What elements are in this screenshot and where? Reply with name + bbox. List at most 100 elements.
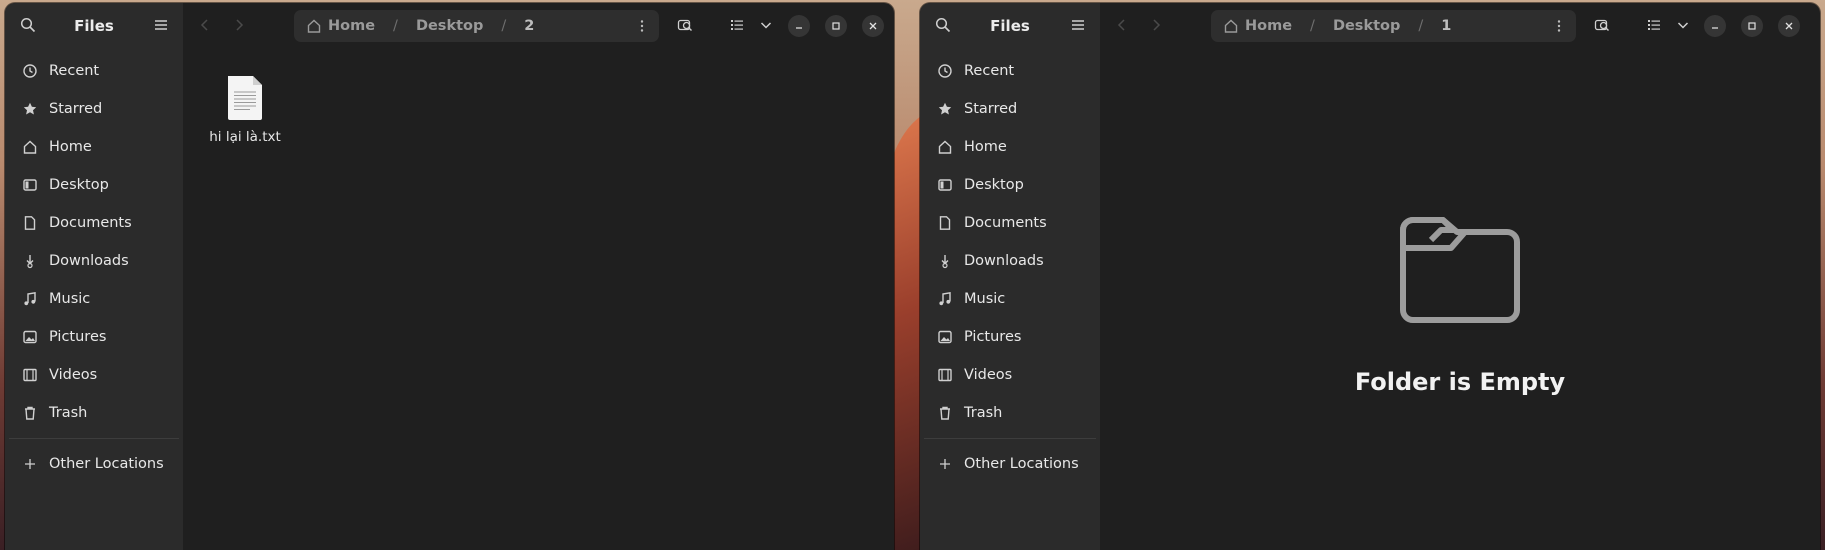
- sidebar-item-starred[interactable]: Starred: [920, 90, 1100, 128]
- hamburger-menu-icon[interactable]: [1070, 17, 1086, 33]
- file-name: hi lại là.txt: [209, 129, 281, 145]
- more-options-icon[interactable]: [1551, 18, 1567, 34]
- hamburger-menu-icon[interactable]: [153, 17, 169, 33]
- sidebar-item-documents[interactable]: Documents: [5, 204, 183, 242]
- sidebar-item-label: Home: [964, 139, 1007, 155]
- search-icon[interactable]: [935, 17, 951, 33]
- sidebar-item-desktop[interactable]: Desktop: [5, 166, 183, 204]
- breadcrumb-home[interactable]: Home: [328, 18, 375, 34]
- sidebar-item-home[interactable]: Home: [5, 128, 183, 166]
- sidebar-item-music[interactable]: Music: [5, 280, 183, 318]
- star-icon: [938, 102, 952, 115]
- path-bar[interactable]: Home / Desktop / 2: [294, 10, 659, 42]
- minimize-button[interactable]: [1704, 15, 1726, 37]
- chevron-down-icon[interactable]: [1675, 17, 1691, 33]
- breadcrumb-separator: /: [1310, 18, 1315, 34]
- file-view[interactable]: Folder is Empty: [1100, 48, 1820, 550]
- sidebar-item-label: Pictures: [49, 329, 107, 345]
- sidebar-divider: [924, 438, 1096, 439]
- sidebar-item-downloads[interactable]: Downloads: [920, 242, 1100, 280]
- close-icon: [869, 22, 877, 30]
- sidebar-item-recent[interactable]: Recent: [920, 52, 1100, 90]
- clock-icon: [938, 64, 952, 78]
- breadcrumb-desktop[interactable]: Desktop: [1333, 18, 1400, 34]
- pictures-icon: [23, 330, 37, 344]
- home-icon: [307, 19, 321, 33]
- header-bar: Home / Desktop / 2: [183, 3, 894, 48]
- music-icon: [939, 291, 951, 306]
- sidebar-item-other-locations[interactable]: Other Locations: [920, 445, 1100, 483]
- sidebar-item-home[interactable]: Home: [920, 128, 1100, 166]
- sidebar-item-downloads[interactable]: Downloads: [5, 242, 183, 280]
- sidebar-item-starred[interactable]: Starred: [5, 90, 183, 128]
- file-item[interactable]: hi lại là.txt: [207, 75, 283, 145]
- documents-icon: [939, 216, 951, 230]
- empty-folder-placeholder: Folder is Empty: [1100, 208, 1820, 396]
- back-icon[interactable]: [1114, 17, 1130, 33]
- sidebar-item-videos[interactable]: Videos: [920, 356, 1100, 394]
- clock-icon: [23, 64, 37, 78]
- sidebar-item-music[interactable]: Music: [920, 280, 1100, 318]
- chevron-down-icon[interactable]: [758, 17, 774, 33]
- sidebar-item-other-locations[interactable]: Other Locations: [5, 445, 183, 483]
- sidebar-item-label: Trash: [964, 405, 1003, 421]
- search-icon[interactable]: [20, 17, 36, 33]
- sidebar-item-videos[interactable]: Videos: [5, 356, 183, 394]
- sidebar-item-label: Videos: [964, 367, 1013, 383]
- pictures-icon: [938, 330, 952, 344]
- files-window-left: Files Recent Starred Home Desktop Docume…: [5, 3, 894, 550]
- sidebar-header: Files: [5, 3, 183, 48]
- minimize-button[interactable]: [788, 15, 810, 37]
- documents-icon: [24, 216, 36, 230]
- sidebar-item-label: Desktop: [964, 177, 1024, 193]
- file-view[interactable]: hi lại là.txt: [183, 48, 894, 550]
- sidebar-item-recent[interactable]: Recent: [5, 52, 183, 90]
- search-in-folder-icon[interactable]: [677, 17, 693, 33]
- videos-icon: [23, 368, 37, 382]
- sidebar-item-documents[interactable]: Documents: [920, 204, 1100, 242]
- sidebar-divider: [9, 438, 179, 439]
- header-bar: Home / Desktop / 1: [1100, 3, 1820, 48]
- sidebar-item-label: Documents: [49, 215, 132, 231]
- desktop-icon: [938, 179, 952, 191]
- sidebar-item-label: Downloads: [49, 253, 129, 269]
- back-icon[interactable]: [197, 17, 213, 33]
- forward-icon[interactable]: [231, 17, 247, 33]
- text-file-icon: [228, 76, 262, 120]
- breadcrumb-current[interactable]: 1: [1441, 18, 1451, 34]
- empty-folder-message: Folder is Empty: [1354, 368, 1566, 396]
- maximize-icon: [1748, 22, 1756, 30]
- sidebar-item-label: Desktop: [49, 177, 109, 193]
- maximize-button[interactable]: [1741, 15, 1763, 37]
- sidebar-item-trash[interactable]: Trash: [920, 394, 1100, 432]
- maximize-button[interactable]: [825, 15, 847, 37]
- plus-icon: [940, 459, 950, 469]
- more-options-icon[interactable]: [634, 18, 650, 34]
- sidebar-item-desktop[interactable]: Desktop: [920, 166, 1100, 204]
- sidebar-item-label: Recent: [964, 63, 1015, 79]
- sidebar-item-label: Music: [964, 291, 1006, 307]
- path-bar[interactable]: Home / Desktop / 1: [1211, 10, 1576, 42]
- sidebar-item-label: Music: [49, 291, 91, 307]
- home-icon: [938, 140, 952, 154]
- list-view-icon[interactable]: [729, 17, 745, 33]
- trash-icon: [940, 406, 950, 420]
- sidebar-item-label: Pictures: [964, 329, 1022, 345]
- breadcrumb-desktop[interactable]: Desktop: [416, 18, 483, 34]
- breadcrumb-home[interactable]: Home: [1245, 18, 1292, 34]
- sidebar-item-label: Trash: [49, 405, 88, 421]
- sidebar-item-label: Videos: [49, 367, 98, 383]
- sidebar-item-trash[interactable]: Trash: [5, 394, 183, 432]
- close-button[interactable]: [1778, 15, 1800, 37]
- list-view-icon[interactable]: [1646, 17, 1662, 33]
- sidebar-item-pictures[interactable]: Pictures: [920, 318, 1100, 356]
- search-in-folder-icon[interactable]: [1594, 17, 1610, 33]
- close-button[interactable]: [862, 15, 884, 37]
- sidebar-item-label: Home: [49, 139, 92, 155]
- sidebar-item-pictures[interactable]: Pictures: [5, 318, 183, 356]
- trash-icon: [25, 406, 35, 420]
- sidebar-item-label: Recent: [49, 63, 100, 79]
- breadcrumb-current[interactable]: 2: [524, 18, 534, 34]
- download-icon: [26, 255, 34, 269]
- forward-icon[interactable]: [1148, 17, 1164, 33]
